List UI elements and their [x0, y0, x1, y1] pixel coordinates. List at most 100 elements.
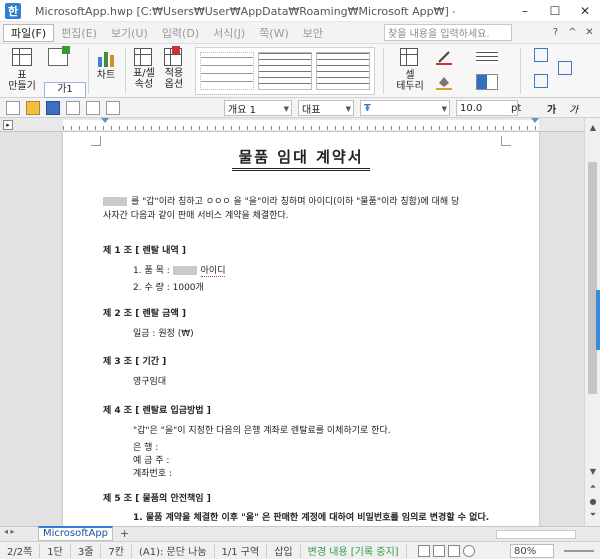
tab-nav-icons[interactable]: ◂ ▸ — [4, 527, 15, 536]
close-doc-icon[interactable]: ✕ — [583, 26, 596, 39]
cell-shade-icon[interactable] — [476, 74, 498, 90]
menu-edit[interactable]: 편집(E) — [54, 24, 104, 42]
font-type-icon: Ŧ — [364, 102, 371, 114]
redacted-block — [103, 197, 127, 206]
view-page-icon[interactable] — [433, 545, 445, 557]
line-style-icon[interactable] — [476, 50, 498, 64]
redo-icon[interactable] — [106, 100, 120, 115]
article-1-title: 제 1 조 [ 렌탈 내역 ] — [103, 246, 186, 256]
next-page-icon[interactable]: ⏷ — [586, 508, 600, 522]
vertical-scrollbar[interactable]: ▲ ▼ ⏶ ● ⏷ — [584, 118, 600, 526]
chevron-down-icon: ▼ — [345, 105, 351, 113]
undo-icon[interactable] — [86, 100, 100, 115]
print-icon[interactable] — [66, 100, 80, 115]
maximize-button[interactable]: ☐ — [540, 0, 570, 22]
close-button[interactable]: ✕ — [570, 0, 600, 22]
horizontal-scrollbar[interactable] — [496, 530, 576, 539]
status-insert-mode[interactable]: 삽입 — [267, 543, 301, 558]
right-indent-marker[interactable] — [531, 118, 539, 123]
table-style-item[interactable] — [200, 52, 254, 90]
view-normal-icon[interactable] — [418, 545, 430, 557]
intro-line-1: 를 "갑"이라 칭하고 ㅇㅇㅇ 을 "을"이라 칭하며 아이디(이하 "물품"이… — [103, 194, 459, 207]
open-folder-icon[interactable] — [26, 100, 40, 115]
scroll-thumb[interactable] — [588, 162, 597, 394]
document-page[interactable]: 물품 임대 계약서 를 "갑"이라 칭하고 ㅇㅇㅇ 을 "을"이라 칭하며 아이… — [63, 132, 539, 526]
insert-col-icon[interactable] — [558, 61, 572, 75]
style-button[interactable]: 가1 — [44, 82, 86, 98]
cell-border-icon[interactable] — [400, 48, 418, 66]
style-select[interactable]: 개요 1 ▼ — [224, 100, 292, 116]
article-4-holder: 예 금 주 : — [133, 456, 170, 466]
title-bar: 한 MicrosoftApp.hwp [C:₩Users₩User₩AppDat… — [0, 0, 600, 22]
zoom-search-icon[interactable] — [463, 545, 475, 557]
font-unit-select[interactable]: pt — [508, 100, 538, 116]
redacted-block — [172, 266, 197, 275]
minimize-button[interactable]: – — [510, 0, 540, 22]
ruler-scale — [63, 120, 539, 130]
zoom-select[interactable]: 80% — [510, 544, 554, 558]
table-style-item[interactable] — [316, 52, 370, 90]
ruler-tab-corner[interactable]: ▸ — [3, 120, 13, 130]
scroll-down-icon[interactable]: ▼ — [586, 464, 600, 478]
table-cell-props-button[interactable]: 표/셀 속성 — [128, 68, 160, 90]
chevron-down-icon: ▼ — [283, 105, 289, 113]
font-name-select[interactable]: Ŧ ▼ — [360, 100, 450, 116]
article-2-title: 제 2 조 [ 렌탈 금액 ] — [103, 309, 186, 319]
status-track-changes[interactable]: 변경 내용 [기록 중지] — [301, 543, 407, 558]
prev-page-icon[interactable]: ⏶ — [586, 480, 600, 494]
window-title: MicrosoftApp.hwp [C:₩Users₩User₩AppData₩… — [35, 4, 455, 18]
save-icon[interactable] — [46, 100, 60, 115]
chart-icon[interactable] — [96, 49, 116, 67]
menu-insert[interactable]: 입력(D) — [155, 24, 206, 42]
view-web-icon[interactable] — [448, 545, 460, 557]
chart-button[interactable]: 차트 — [90, 70, 122, 81]
menu-file[interactable]: 파일(F) — [3, 23, 55, 42]
search-input[interactable]: 찾을 내용을 입력하세요. — [384, 24, 512, 41]
add-tab-button[interactable]: + — [120, 527, 129, 540]
insert-row-below-icon[interactable] — [534, 74, 548, 88]
fill-color-icon[interactable] — [436, 74, 452, 90]
document-tab-bar: ◂ ▸ MicrosoftApp + — [0, 526, 600, 541]
table-style-gallery[interactable] — [195, 47, 375, 95]
scroll-up-icon[interactable]: ▲ — [586, 120, 600, 134]
table-style-item[interactable] — [258, 52, 312, 90]
insert-row-above-icon[interactable] — [534, 48, 548, 62]
page-select-icon[interactable]: ● — [586, 494, 600, 508]
status-bar: 2/2쪽 1단 3줄 7칸 (A1): 문단 나눔 1/1 구역 삽입 변경 내… — [0, 541, 600, 559]
cell-border-button[interactable]: 셀 테두리 — [392, 70, 428, 92]
new-doc-icon[interactable] — [6, 100, 20, 115]
red-mark-icon — [172, 46, 180, 54]
apply-options-button[interactable]: 적용 옵션 — [158, 68, 190, 90]
menu-page[interactable]: 쪽(W) — [252, 24, 296, 42]
tab-microsoftapp[interactable]: MicrosoftApp — [38, 526, 113, 541]
status-page[interactable]: 2/2쪽 — [0, 543, 41, 558]
italic-button[interactable]: 가 — [566, 100, 584, 116]
zoom-slider[interactable] — [564, 550, 594, 552]
help-icon[interactable]: ? — [549, 26, 562, 39]
menu-view[interactable]: 보기(U) — [104, 24, 155, 42]
menu-format[interactable]: 서식(J) — [206, 24, 252, 42]
table-icon[interactable] — [12, 48, 32, 66]
status-section: 1단 — [40, 543, 71, 558]
green-pen-icon — [62, 46, 70, 54]
status-line: 3줄 — [71, 543, 102, 558]
collapse-ribbon-icon[interactable]: ^ — [566, 26, 579, 39]
table-cell-props-icon[interactable] — [134, 48, 152, 66]
menu-bar: 파일(F) 편집(E) 보기(U) 입력(D) 서식(J) 쪽(W) 보안 찾을… — [0, 22, 600, 44]
pen-color-icon[interactable] — [436, 49, 452, 65]
horizontal-ruler[interactable]: ▸ — [0, 118, 600, 132]
article-5-title: 제 5 조 [ 물품의 안전책임 ] — [103, 494, 211, 504]
article-3-title: 제 3 조 [ 기간 ] — [103, 357, 167, 367]
font-language-select[interactable]: 대표 ▼ — [298, 100, 354, 116]
indent-marker[interactable] — [101, 118, 109, 123]
article-3-body: 영구임대 — [133, 377, 167, 387]
scroll-position-marker — [596, 290, 600, 350]
document-title: 물품 임대 계약서 — [63, 146, 539, 171]
menu-security[interactable]: 보안 — [296, 24, 330, 42]
article-1-item-2: 2. 수 량 : 1000개 — [133, 283, 204, 293]
document-workspace: 물품 임대 계약서 를 "갑"이라 칭하고 ㅇㅇㅇ 을 "을"이라 칭하며 아이… — [0, 132, 584, 526]
bold-button[interactable]: 가 — [544, 100, 562, 116]
ribbon-toolbar: 표 만들기 가1 차트 표/셀 속성 적용 옵션 셀 테두리 — [0, 44, 600, 98]
format-toolbar: 개요 1 ▼ 대표 ▼ Ŧ ▼ 10.0 pt 가 가 — [0, 98, 600, 118]
table-make-button[interactable]: 표 만들기 — [2, 70, 42, 92]
